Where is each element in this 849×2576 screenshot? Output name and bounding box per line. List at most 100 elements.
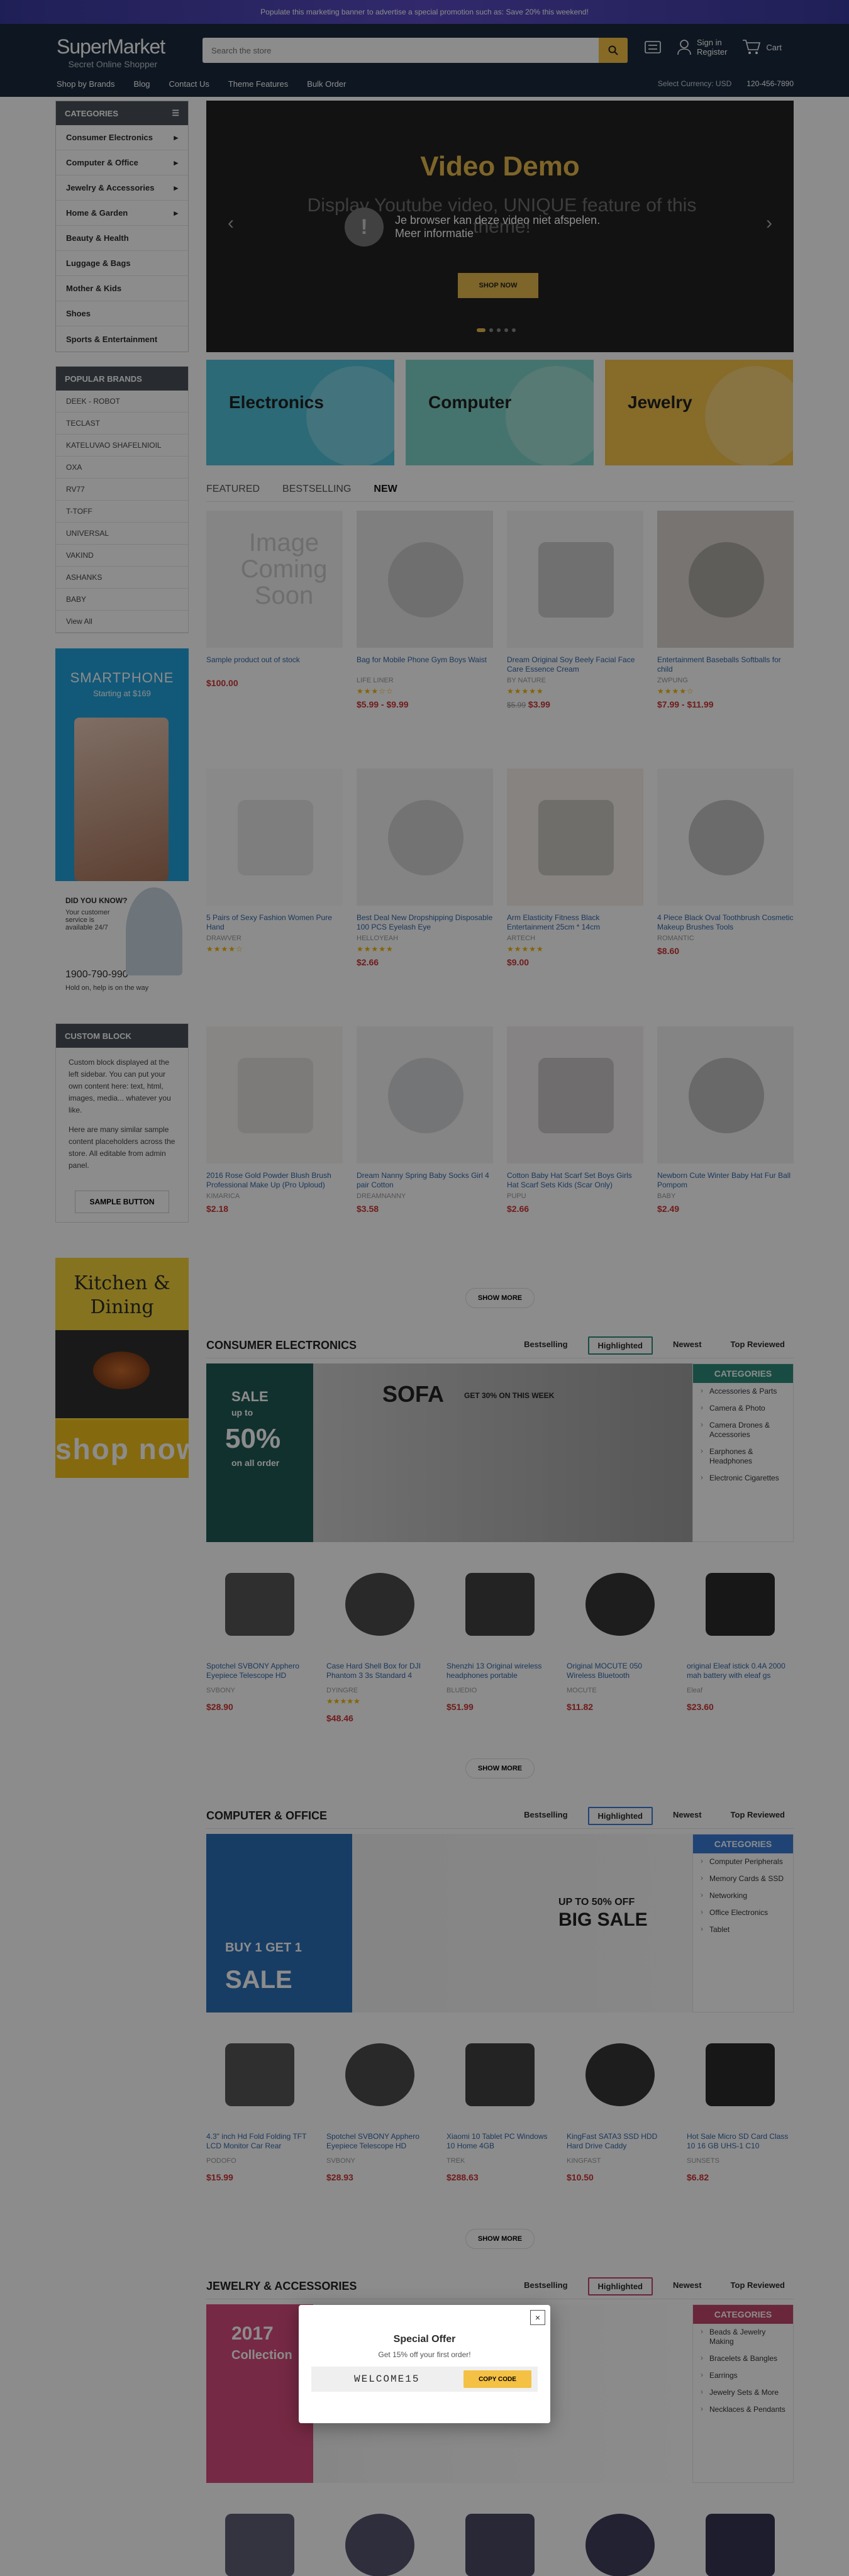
product-brand[interactable]: ZWPUNG [657,677,794,684]
product-name[interactable]: Bag for Mobile Phone Gym Boys Waist [357,655,493,674]
section-tab[interactable]: Newest [664,2277,711,2296]
product-brand[interactable]: ARTECH [507,935,643,942]
brand-item[interactable]: TECLAST [56,413,188,435]
product-image[interactable] [507,511,643,648]
shop-now-button[interactable]: SHOP NOW [458,273,538,298]
section-category-link[interactable]: Accessories & Parts [693,1383,793,1400]
section-category-link[interactable]: Memory Cards & SSD [693,1870,793,1887]
product-image[interactable] [657,511,794,648]
product-card[interactable]: Cotton Baby Hat Scarf Set Boys Girls Hat… [507,1026,643,1284]
product-brand[interactable]: MOCUTE [567,1687,673,1694]
section-category-link[interactable]: Jewelry Sets & More [693,2384,793,2401]
nav-item[interactable]: Bulk Order [307,79,346,89]
register-link[interactable]: Register [697,47,727,57]
product-name[interactable]: Hot Sale Micro SD Card Class 10 16 GB UH… [687,2132,793,2151]
product-brand[interactable]: BLUEDIO [447,1687,553,1694]
product-image[interactable] [357,1026,493,1163]
brand-item[interactable]: BABY [56,589,188,611]
product-image[interactable] [687,2028,793,2122]
product-card[interactable]: 4.3" inch Hd Fold Folding TFT LCD Monito… [206,2028,313,2216]
product-card[interactable]: Fashion Floral Gold bridal hair accessor… [326,2498,433,2576]
product-card[interactable]: Wholesale Natural Stone Beads Round Dark… [206,2498,313,2576]
section-category-link[interactable]: Beads & Jewelry Making [693,2324,793,2350]
brand-item[interactable]: T-TOFF [56,501,188,523]
product-card[interactable]: 5 Pairs of Sexy Fashion Women Pure Hand D… [206,769,343,1026]
product-brand[interactable]: KINGFAST [567,2157,673,2165]
product-image[interactable] [567,1557,673,1652]
product-image[interactable] [447,2028,553,2122]
logo[interactable]: SuperMarket Secret Online Shopper [57,35,165,69]
product-brand[interactable]: SVBONY [326,2157,433,2165]
section-category-link[interactable]: Bracelets & Bangles [693,2350,793,2367]
product-brand[interactable]: LIFE LINER [357,677,493,684]
product-brand[interactable]: TREK [447,2157,553,2165]
category-item[interactable]: Beauty & Health [56,226,188,251]
section-category-link[interactable]: Camera Drones & Accessories [693,1417,793,1443]
section-category-link[interactable]: Office Electronics [693,1904,793,1921]
section-tab[interactable]: Highlighted [587,1336,653,1355]
product-card[interactable]: Arm Elasticity Fitness Black Entertainme… [507,769,643,1026]
product-name[interactable]: Entertainment Baseballs Softballs for ch… [657,655,794,674]
product-brand[interactable]: BY NATURE [507,677,643,684]
product-brand[interactable]: BABY [657,1192,794,1200]
product-image[interactable] [447,2498,553,2576]
product-card[interactable]: BA77O Wholesale Handmade 6 Color Turkish [447,2498,553,2576]
product-name[interactable]: Xiaomi 10 Tablet PC Windows 10 Home 4GB [447,2132,553,2151]
prev-arrow-icon[interactable]: ‹ [228,213,234,234]
product-name[interactable]: Spotchel SVBONY Apphero Eyepiece Telesco… [326,2132,433,2151]
category-item[interactable]: Home & Garden ▸ [56,201,188,226]
product-name[interactable]: 5 Pairs of Sexy Fashion Women Pure Hand [206,913,343,932]
product-image[interactable] [567,2498,673,2576]
brand-item[interactable]: KATELUVAO SHAFELNIOIL [56,435,188,457]
product-name[interactable]: Sample product out of stock [206,655,343,674]
brand-item[interactable]: VAKIND [56,545,188,567]
product-image[interactable] [357,511,493,648]
category-banner[interactable]: Jewelry [605,360,793,465]
product-card[interactable]: 4 Piece Black Oval Toothbrush Cosmetic M… [657,769,794,1026]
product-card[interactable]: Image Coming Soon Sample product out of s… [206,511,343,769]
product-card[interactable]: original Eleaf istick 0.4A 2000 mah batt… [687,1557,793,1746]
product-card[interactable]: Bag for Mobile Phone Gym Boys Waist LIFE … [357,511,493,769]
product-card[interactable]: Hot Sale Micro SD Card Class 10 16 GB UH… [687,2028,793,2216]
product-card[interactable]: Original MOCUTE 050 Wireless Bluetooth MO… [567,1557,673,1746]
brand-item[interactable]: OXA [56,457,188,479]
product-image[interactable] [206,2028,313,2122]
slide-dot[interactable] [477,328,486,332]
section-tab[interactable]: Newest [664,1807,711,1825]
account-link[interactable]: Sign in Register [677,38,727,57]
category-item[interactable]: Shoes [56,301,188,326]
category-item[interactable]: Jewelry & Accessories ▸ [56,175,188,201]
section-tab[interactable]: Top Reviewed [722,2277,794,2296]
search-button[interactable] [599,38,628,63]
product-image[interactable] [447,1557,553,1652]
slider-dots[interactable] [477,328,516,332]
product-card[interactable]: Dream Nanny Spring Baby Socks Girl 4 pai… [357,1026,493,1284]
product-image[interactable] [206,2498,313,2576]
brand-item[interactable]: ASHANKS [56,567,188,589]
product-card[interactable]: Entertainment Baseballs Softballs for ch… [657,511,794,769]
section-banner[interactable]: BUY 1 GET 1 SALE UP TO 50% OFF BIG SALE [206,1834,692,2012]
category-item[interactable]: Luggage & Bags [56,251,188,276]
search-input[interactable] [203,38,599,63]
section-tab[interactable]: Bestselling [515,1807,576,1825]
product-name[interactable]: 4.3" inch Hd Fold Folding TFT LCD Monito… [206,2132,313,2151]
product-image[interactable] [206,1557,313,1652]
next-arrow-icon[interactable]: › [766,213,772,234]
product-brand[interactable]: PODOFO [206,2157,313,2165]
product-card[interactable]: TBJ Classic dome drop earrings with natu… [687,2498,793,2576]
show-more-button[interactable]: SHOW MORE [465,2229,535,2249]
product-card[interactable]: Shenzhi 13 Original wireless headphones … [447,1557,553,1746]
product-image[interactable] [507,1026,643,1163]
product-card[interactable]: Spotchel SVBONY Apphero Eyepiece Telesco… [326,2028,433,2216]
product-image[interactable] [687,2498,793,2576]
category-item[interactable]: Mother & Kids [56,276,188,301]
product-name[interactable]: Shenzhi 13 Original wireless headphones … [447,1662,553,1680]
product-card[interactable]: Spotchel SVBONY Apphero Eyepiece Telesco… [206,1557,313,1746]
category-item[interactable]: Sports & Entertainment [56,326,188,352]
categories-header[interactable]: CATEGORIES ☰ [56,101,188,125]
product-name[interactable]: Original MOCUTE 050 Wireless Bluetooth [567,1662,673,1680]
section-category-link[interactable]: Tablet [693,1921,793,1938]
nav-item[interactable]: Contact Us [169,79,209,89]
product-brand[interactable]: KIMARICA [206,1192,343,1200]
nav-item[interactable]: Theme Features [228,79,288,89]
